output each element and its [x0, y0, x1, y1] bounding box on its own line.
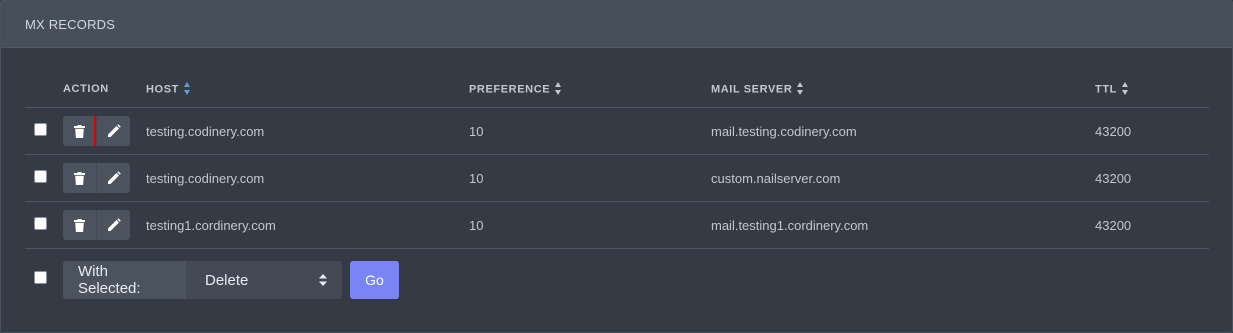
row-checkbox[interactable] — [34, 123, 47, 136]
edit-button[interactable] — [96, 210, 130, 240]
cell-host: testing.codinery.com — [146, 123, 265, 139]
header-action-label: ACTION — [63, 83, 109, 95]
header-host-label: HOST — [146, 82, 179, 95]
pencil-icon — [107, 124, 121, 137]
action-button-group — [63, 116, 130, 146]
with-selected-label: With Selected: — [63, 261, 186, 299]
cell-ttl: 43200 — [1095, 170, 1132, 186]
sort-icon[interactable] — [183, 81, 191, 95]
cell-mail-server: mail.testing.codinery.com — [711, 123, 857, 139]
delete-button[interactable] — [63, 116, 97, 146]
row-checkbox-cell — [25, 123, 63, 139]
delete-button[interactable] — [63, 210, 96, 240]
cell-preference: 10 — [469, 123, 484, 139]
sort-icon[interactable] — [555, 81, 562, 95]
mx-records-table: ACTION HOST PREFERENCE MAIL SERVER TTL t… — [25, 71, 1209, 311]
panel-title: MX RECORDS — [25, 16, 116, 32]
table-row: testing1.cordinery.com 10 mail.testing1.… — [25, 202, 1209, 249]
pencil-icon — [107, 218, 121, 231]
row-actions — [63, 163, 146, 193]
header-mail-server[interactable]: MAIL SERVER — [711, 81, 1095, 96]
bulk-action-bar: With Selected: Delete Go — [25, 249, 1209, 311]
header-preference-label: PREFERENCE — [469, 82, 551, 95]
cell-preference: 10 — [469, 170, 484, 186]
cell-mail-server: mail.testing1.cordinery.com — [711, 217, 869, 233]
select-all-cell — [25, 271, 63, 289]
header-host[interactable]: HOST — [146, 81, 469, 96]
row-checkbox[interactable] — [34, 170, 47, 183]
action-button-group — [63, 163, 130, 193]
cell-host: testing.codinery.com — [146, 170, 265, 186]
cell-host: testing1.cordinery.com — [146, 217, 276, 233]
sort-icon[interactable] — [797, 81, 804, 95]
header-ttl-label: TTL — [1095, 82, 1117, 95]
header-action: ACTION — [63, 83, 146, 95]
header-mail-server-label: MAIL SERVER — [711, 82, 793, 95]
table-row: testing.codinery.com 10 custom.nailserve… — [25, 155, 1209, 202]
cell-preference: 10 — [469, 217, 484, 233]
header-ttl[interactable]: TTL — [1095, 81, 1209, 96]
cell-ttl: 43200 — [1095, 217, 1132, 233]
select-arrows-icon — [319, 274, 327, 286]
mx-records-panel: MX RECORDS ACTION HOST PREFERENCE MAIL S… — [0, 0, 1233, 333]
cell-mail-server: custom.nailserver.com — [711, 170, 841, 186]
table-row: testing.codinery.com 10 mail.testing.cod… — [25, 108, 1209, 155]
row-checkbox-cell — [25, 217, 63, 233]
with-selected-group: With Selected: Delete — [63, 261, 342, 299]
trash-icon — [74, 171, 85, 185]
bulk-action-select[interactable]: Delete — [186, 261, 342, 299]
pencil-icon — [107, 171, 121, 184]
go-button[interactable]: Go — [350, 261, 399, 299]
edit-button[interactable] — [96, 116, 130, 146]
bulk-action-value: Delete — [205, 271, 249, 289]
sort-icon[interactable] — [1121, 81, 1129, 95]
row-checkbox[interactable] — [34, 217, 47, 230]
action-button-group — [63, 210, 130, 240]
cell-ttl: 43200 — [1095, 123, 1132, 139]
row-actions — [63, 116, 146, 146]
row-checkbox-cell — [25, 170, 63, 186]
delete-button[interactable] — [63, 163, 96, 193]
panel-header: MX RECORDS — [1, 1, 1232, 48]
edit-button[interactable] — [96, 163, 130, 193]
highlight-box — [63, 116, 97, 146]
header-preference[interactable]: PREFERENCE — [469, 81, 711, 96]
table-header: ACTION HOST PREFERENCE MAIL SERVER TTL — [25, 71, 1209, 108]
row-actions — [63, 210, 146, 240]
trash-icon — [74, 218, 85, 232]
select-all-checkbox[interactable] — [34, 271, 47, 284]
